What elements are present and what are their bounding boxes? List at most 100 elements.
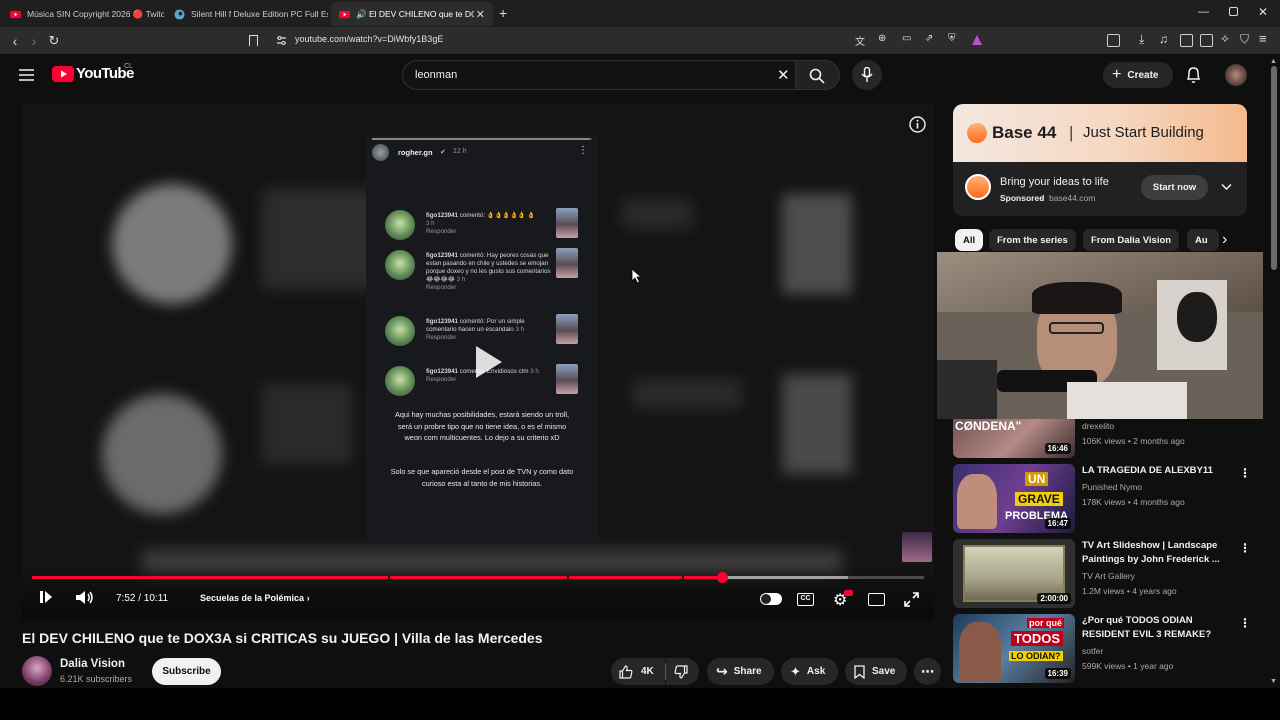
share-page-icon[interactable]: ⇗ [925,33,933,44]
chevron-right-icon: › [306,593,310,603]
ask-button[interactable]: ✦ Ask [781,658,838,685]
instagram-story-screenshot: rogher.gn ✔ 12 h ⋮ figo123941 comentó: 👌… [366,136,598,544]
share-button[interactable]: ↪ Share [707,658,774,685]
chips-next-icon[interactable]: › [1222,231,1227,249]
wallet-icon[interactable] [1200,34,1213,47]
video-thumbnail[interactable]: 2:00:00 [953,539,1075,608]
user-avatar[interactable] [1225,64,1247,86]
browser-tab-active[interactable]: 🔊 El DEV CHILENO que te DOX3A ✕ [331,2,493,26]
chapter-title[interactable]: Secuelas de la Polémica › [200,593,310,603]
chapter-label: Secuelas de la Polémica [200,593,305,603]
notifications-bell-icon[interactable] [1186,66,1201,84]
cast-icon[interactable]: ▭ [902,33,911,44]
fullscreen-icon[interactable] [904,592,919,607]
zoom-icon[interactable]: ⊕ [878,33,886,44]
restore-icon[interactable] [1229,7,1238,16]
video-title[interactable]: TV Art Slideshow | Landscape Paintings b… [1082,539,1227,567]
more-options-icon[interactable]: ⋮ [1239,466,1251,480]
close-tab-icon[interactable]: ✕ [476,8,485,21]
new-tab-icon[interactable]: + [499,5,507,21]
play-pause-icon[interactable] [40,590,52,604]
channel-watermark[interactable] [902,532,932,562]
video-title[interactable]: LA TRAGEDIA DE ALEXBY11 [1082,464,1227,478]
bookmark-icon[interactable] [249,35,258,46]
scroll-up-icon[interactable]: ▲ [1270,58,1277,65]
forward-icon[interactable]: › [26,33,42,49]
video-thumbnail[interactable]: UN GRAVE PROBLEMA 16:47 [953,464,1075,533]
close-window-icon[interactable]: ✕ [1258,5,1268,19]
video-title[interactable]: ¿Por qué TODOS ODIAN RESIDENT EVIL 3 REM… [1082,614,1227,642]
more-actions-icon[interactable]: ⋯ [914,658,941,685]
autoplay-toggle[interactable] [760,593,782,605]
tab-title: 🔊 El DEV CHILENO que te DOX3A [356,8,474,19]
like-button[interactable]: 4K [611,658,665,685]
chip-from-channel[interactable]: From Dalia Vision [1083,229,1180,251]
voice-search-button[interactable] [852,60,882,90]
comment-user: figo123941 [426,368,458,375]
hamburger-menu-icon[interactable] [19,69,34,81]
channel-name[interactable]: Dalia Vision [60,658,125,670]
webcam-guitar [1177,292,1217,342]
progress-bar[interactable] [32,572,924,583]
comment-thumbnail [556,314,578,344]
more-options-icon[interactable]: ⋮ [1239,616,1251,630]
minimize-icon[interactable]: — [1198,6,1209,18]
scroll-down-icon[interactable]: ▼ [1270,678,1277,685]
url-field[interactable]: youtube.com/watch?v=DiWbfy1B3gE 文 ⊕ ▭ ⇗ … [268,30,993,51]
subscribe-button[interactable]: Subscribe [152,658,221,685]
chevron-down-icon[interactable] [1221,183,1232,191]
sidebar-icon[interactable] [1180,34,1193,47]
volume-icon[interactable] [76,590,94,605]
chip-partial[interactable]: Au [1187,229,1219,251]
ad-cta-button[interactable]: Start now [1141,175,1208,200]
region-code: CL [124,63,133,70]
thumbnail-overlay-text: TODOS [1011,631,1063,646]
dislike-button[interactable] [666,658,699,685]
menu-icon[interactable]: ≡ [1259,31,1267,46]
search-input-value: leonman [415,69,458,81]
advertiser-logo [965,174,991,200]
ad-sponsored: Sponsored [1000,193,1045,203]
comment-user: figo123941 [426,318,458,325]
channel-avatar[interactable] [22,656,52,686]
create-button[interactable]: + Create [1103,62,1173,88]
info-icon[interactable] [909,116,926,133]
ai-icon[interactable]: ✧ [1220,32,1230,46]
reload-icon[interactable]: ↻ [46,33,62,49]
miniplayer-icon[interactable] [868,593,885,606]
comment-thumbnail [556,248,578,278]
more-options-icon[interactable]: ⋮ [1239,541,1251,555]
youtube-logo[interactable]: YouTube [52,65,134,82]
reader-mode-icon[interactable] [1107,34,1120,47]
blurred-background [112,184,232,304]
shield-icon[interactable]: ⛨ [948,33,956,44]
subtitles-icon[interactable]: CC [797,593,814,606]
chip-all[interactable]: All [955,229,984,251]
vpn-icon[interactable]: ⛉ [1240,32,1249,47]
downloads-icon[interactable]: ⤓ [1139,32,1144,47]
music-icon[interactable]: ♫ [1159,32,1168,46]
back-icon[interactable]: ‹ [7,33,23,49]
chip-from-series[interactable]: From the series [989,229,1076,251]
comment-time: 3 h [530,368,539,375]
comment-reply: Responder [426,284,457,291]
search-icon [809,68,825,84]
mouse-cursor-icon [631,268,642,284]
clear-search-icon[interactable]: ✕ [777,66,790,84]
play-overlay-icon[interactable] [466,342,506,382]
comment-time: 3 h [515,326,525,333]
share-label: Share [733,666,762,677]
search-input[interactable]: leonman ✕ [402,60,796,90]
search-button[interactable] [796,60,840,90]
translate-icon[interactable]: 文 [855,33,865,48]
browser-tab[interactable]: Música SIN Copyright 2026 🔴 Twitc [2,2,164,26]
sponsored-ad[interactable]: Base 44 | Just Start Building Bring your… [953,104,1247,216]
page-scrollbar[interactable] [1271,66,1277,270]
browser-tab[interactable]: Silent Hill f Deluxe Edition PC Full Esp [166,2,328,26]
site-settings-icon[interactable] [276,35,287,46]
video-player[interactable]: rogher.gn ✔ 12 h ⋮ figo123941 comentó: 👌… [22,104,934,620]
scrubber-handle[interactable] [716,572,728,583]
rewards-icon[interactable] [971,34,983,46]
save-button[interactable]: Save [845,658,907,685]
video-thumbnail[interactable]: por qué TODOS LO ODIAN? 16:39 [953,614,1075,683]
